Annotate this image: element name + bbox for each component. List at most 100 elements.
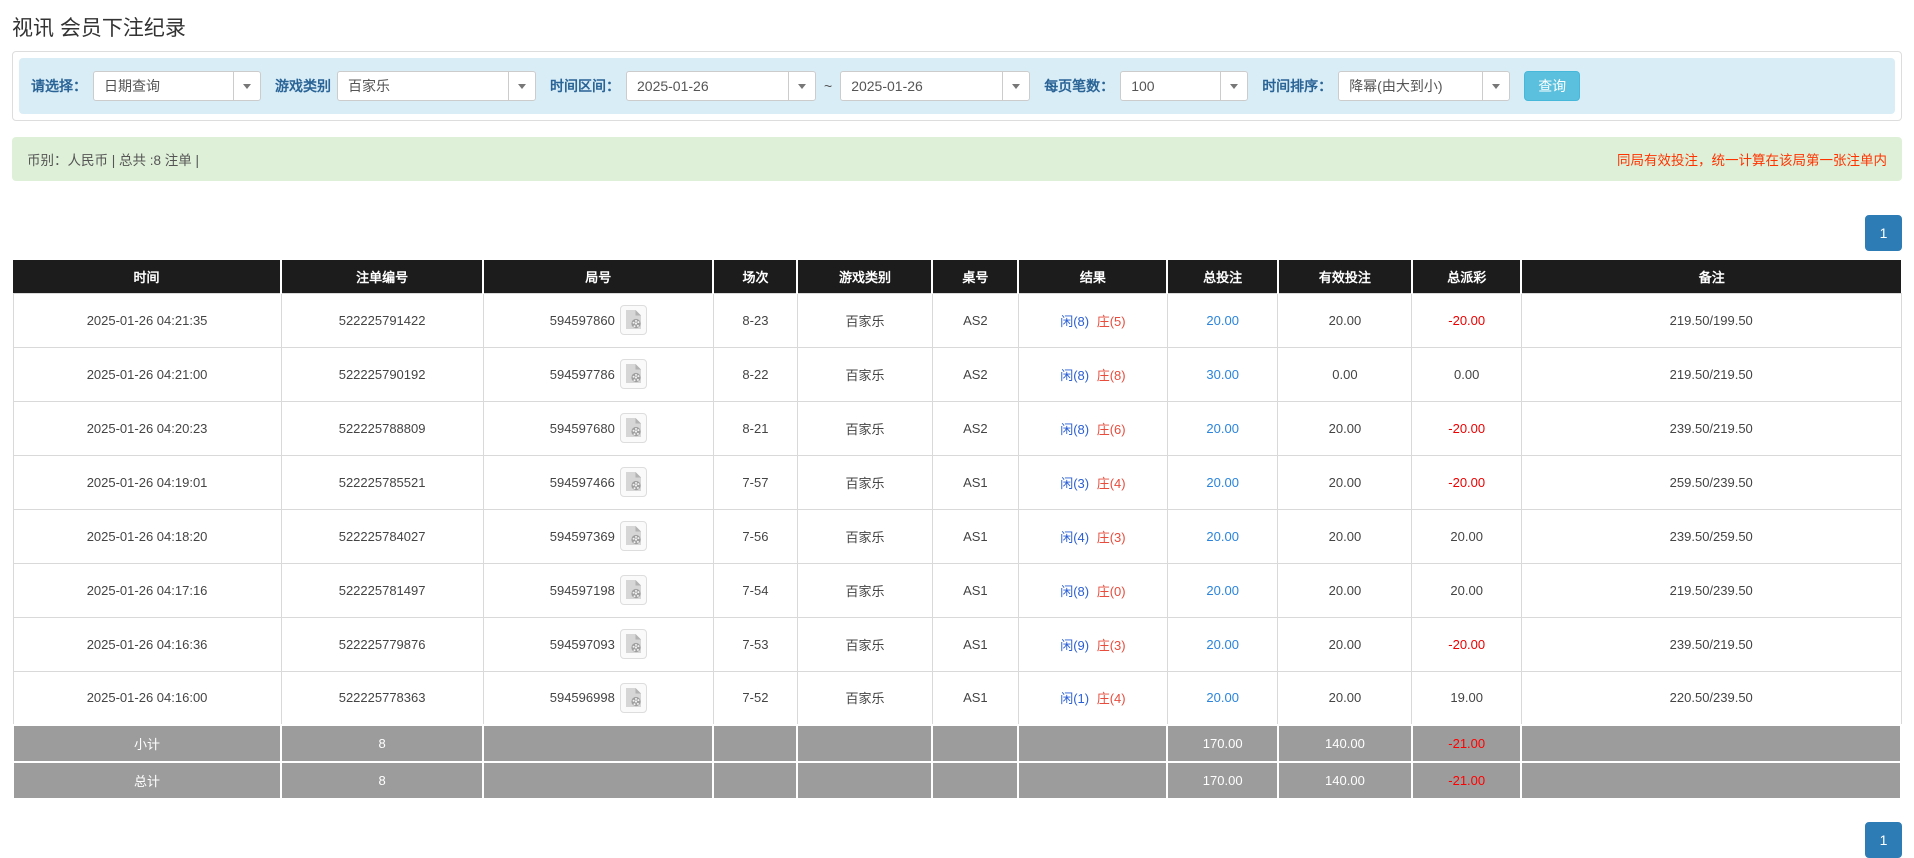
cell-round: 594597198	[483, 563, 713, 617]
video-replay-button[interactable]	[620, 629, 647, 659]
cell-game-type: 百家乐	[797, 617, 932, 671]
cell-round: 594597466	[483, 455, 713, 509]
chevron-down-icon	[1482, 72, 1509, 100]
video-file-icon	[625, 309, 642, 330]
video-file-icon	[625, 687, 642, 708]
video-replay-button[interactable]	[620, 521, 647, 551]
summary-count: 8	[281, 762, 483, 799]
chevron-down-icon	[1002, 72, 1029, 100]
cell-total-bet: 20.00	[1167, 293, 1277, 347]
pagination-bottom: 1	[12, 822, 1902, 858]
game-type-select[interactable]: 百家乐	[337, 71, 536, 101]
cell-time: 2025-01-26 04:17:16	[13, 563, 281, 617]
video-replay-button[interactable]	[620, 305, 647, 335]
filter-bar: 请选择： 日期查询 游戏类别 百家乐 时间区间： 2025-01-26 ~ 20…	[19, 58, 1895, 114]
cell-bet-id: 522225790192	[281, 347, 483, 401]
cell-valid-bet: 20.00	[1278, 401, 1412, 455]
round-id: 594596998	[550, 690, 615, 705]
page-size-select[interactable]: 100	[1120, 71, 1248, 101]
summary-total-bet: 170.00	[1167, 725, 1277, 762]
cell-round: 594597860	[483, 293, 713, 347]
time-sort-select[interactable]: 降幂(由大到小)	[1338, 71, 1510, 101]
result-player: 闲(8)	[1060, 584, 1089, 599]
cell-result: 闲(8) 庄(8)	[1018, 347, 1167, 401]
cell-result: 闲(3) 庄(4)	[1018, 455, 1167, 509]
cell-payout: 20.00	[1412, 563, 1522, 617]
video-replay-button[interactable]	[620, 359, 647, 389]
cell-session: 8-21	[713, 401, 797, 455]
cell-valid-bet: 20.00	[1278, 293, 1412, 347]
video-replay-button[interactable]	[620, 575, 647, 605]
round-id: 594597093	[550, 637, 615, 652]
video-replay-button[interactable]	[620, 467, 647, 497]
video-file-icon	[625, 579, 642, 600]
result-banker: 庄(4)	[1097, 476, 1126, 491]
total-bet-link[interactable]: 20.00	[1206, 637, 1239, 652]
cell-table-no: AS1	[932, 671, 1018, 725]
cell-total-bet: 20.00	[1167, 617, 1277, 671]
summary-label: 总计	[13, 762, 281, 799]
table-header: 时间注单编号局号场次游戏类别桌号结果总投注有效投注总派彩备注	[13, 260, 1901, 293]
round-id: 594597860	[550, 313, 615, 328]
table-footer: 小计 8 170.00 140.00 -21.00 总计 8 170.00 14…	[13, 725, 1901, 799]
cell-table-no: AS1	[932, 563, 1018, 617]
total-bet-link[interactable]: 20.00	[1206, 690, 1239, 705]
cell-game-type: 百家乐	[797, 509, 932, 563]
page-size-label: 每页笔数：	[1044, 76, 1114, 96]
video-replay-button[interactable]	[620, 413, 647, 443]
cell-game-type: 百家乐	[797, 455, 932, 509]
result-banker: 庄(3)	[1097, 638, 1126, 653]
cell-result: 闲(8) 庄(5)	[1018, 293, 1167, 347]
round-id: 594597369	[550, 529, 615, 544]
summary-label: 小计	[13, 725, 281, 762]
cell-valid-bet: 20.00	[1278, 563, 1412, 617]
table-row: 2025-01-26 04:21:35 522225791422 5945978…	[13, 293, 1901, 347]
total-bet-link[interactable]: 20.00	[1206, 421, 1239, 436]
date-from-select[interactable]: 2025-01-26	[626, 71, 816, 101]
result-banker: 庄(5)	[1097, 314, 1126, 329]
cell-total-bet: 20.00	[1167, 671, 1277, 725]
query-type-select[interactable]: 日期查询	[93, 71, 261, 101]
summary-row: 小计 8 170.00 140.00 -21.00	[13, 725, 1901, 762]
cell-payout: 19.00	[1412, 671, 1522, 725]
cell-payout: -20.00	[1412, 401, 1522, 455]
summary-payout: -21.00	[1412, 725, 1522, 762]
chevron-down-icon	[508, 72, 535, 100]
column-header: 桌号	[932, 260, 1018, 293]
cell-session: 7-56	[713, 509, 797, 563]
cell-table-no: AS2	[932, 347, 1018, 401]
cell-bet-id: 522225781497	[281, 563, 483, 617]
cell-payout: -20.00	[1412, 293, 1522, 347]
round-id: 594597466	[550, 475, 615, 490]
search-button[interactable]: 查询	[1524, 71, 1580, 101]
cell-session: 8-23	[713, 293, 797, 347]
cell-remark: 259.50/239.50	[1521, 455, 1901, 509]
table-body: 2025-01-26 04:21:35 522225791422 5945978…	[13, 293, 1901, 725]
cell-bet-id: 522225779876	[281, 617, 483, 671]
cell-bet-id: 522225784027	[281, 509, 483, 563]
cell-total-bet: 30.00	[1167, 347, 1277, 401]
pagination-page-1[interactable]: 1	[1865, 822, 1902, 858]
total-bet-link[interactable]: 20.00	[1206, 475, 1239, 490]
cell-payout: 0.00	[1412, 347, 1522, 401]
total-bet-link[interactable]: 20.00	[1206, 583, 1239, 598]
result-banker: 庄(0)	[1097, 584, 1126, 599]
column-header: 注单编号	[281, 260, 483, 293]
column-header: 有效投注	[1278, 260, 1412, 293]
total-bet-link[interactable]: 20.00	[1206, 529, 1239, 544]
cell-table-no: AS1	[932, 455, 1018, 509]
date-to-select[interactable]: 2025-01-26	[840, 71, 1030, 101]
summary-payout: -21.00	[1412, 762, 1522, 799]
total-bet-link[interactable]: 20.00	[1206, 313, 1239, 328]
cell-round: 594597093	[483, 617, 713, 671]
pagination-top: 1	[12, 215, 1902, 251]
column-header: 总投注	[1167, 260, 1277, 293]
total-bet-link[interactable]: 30.00	[1206, 367, 1239, 382]
pagination-page-1[interactable]: 1	[1865, 215, 1902, 251]
page-title: 视讯 会员下注纪录	[12, 12, 1902, 42]
chevron-down-icon	[1220, 72, 1247, 100]
video-file-icon	[625, 525, 642, 546]
chevron-down-icon	[233, 72, 260, 100]
table-row: 2025-01-26 04:19:01 522225785521 5945974…	[13, 455, 1901, 509]
video-replay-button[interactable]	[620, 683, 647, 713]
